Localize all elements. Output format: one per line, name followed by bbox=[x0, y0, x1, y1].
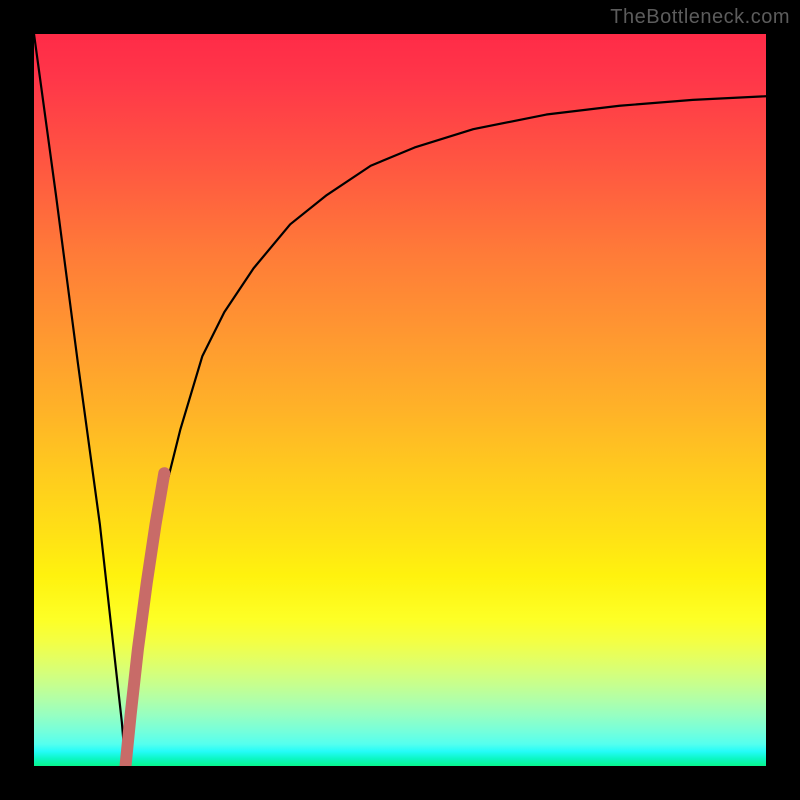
highlight-segment bbox=[126, 473, 165, 766]
plot-area bbox=[34, 34, 766, 766]
watermark-text: TheBottleneck.com bbox=[610, 6, 790, 29]
chart-frame: TheBottleneck.com bbox=[0, 0, 800, 800]
chart-svg bbox=[34, 34, 766, 766]
bottleneck-curve bbox=[34, 34, 766, 766]
